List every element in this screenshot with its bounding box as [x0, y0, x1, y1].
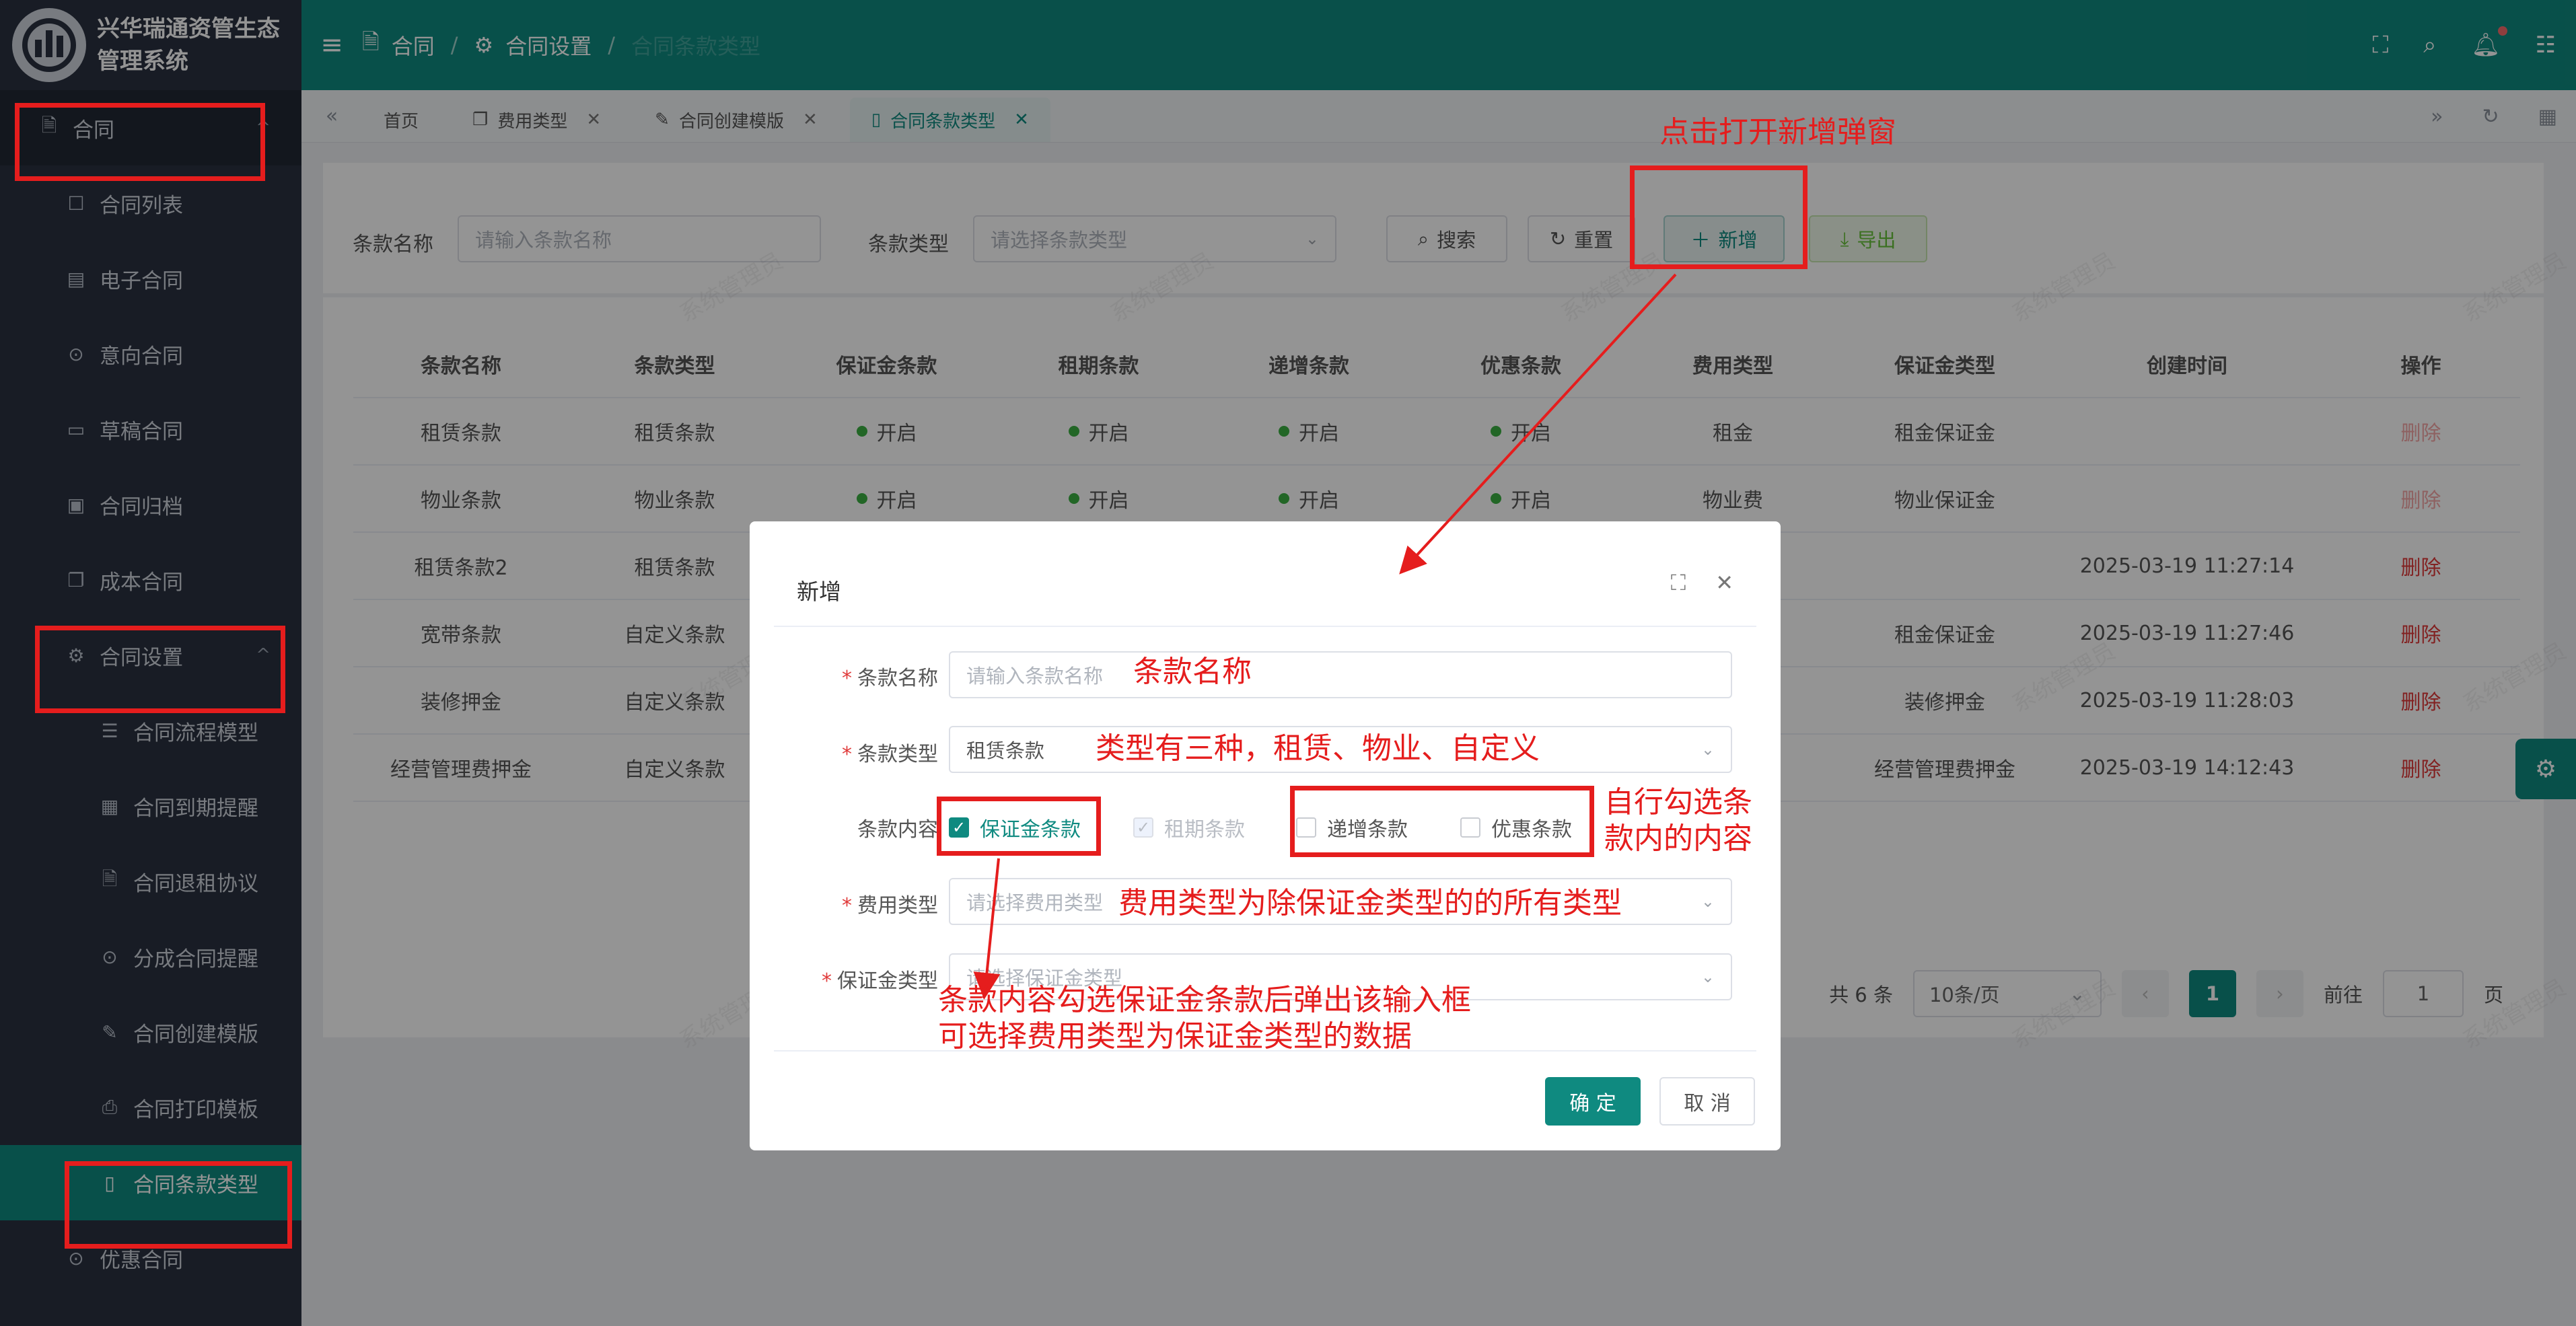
annotation-name: 条款名称 — [1133, 655, 1252, 689]
annotation-arrow-deposit — [973, 858, 1001, 1000]
annotation-type: 类型有三种，租赁、物业、自定义 — [1096, 731, 1540, 766]
annotation-fee: 费用类型为除保证金类型的的所有类型 — [1118, 886, 1622, 920]
annotation-self-check: 自行勾选条 款内的内容 — [1604, 785, 1752, 856]
annotation-deposit: 条款内容勾选保证金条款后弹出该输入框 可选择费用类型为保证金类型的数据 — [938, 983, 1471, 1054]
annotation-open-dialog: 点击打开新增弹窗 — [1659, 115, 1896, 149]
annotation-arrows — [973, 273, 1677, 1000]
annotation-arrow-add — [1399, 273, 1677, 575]
